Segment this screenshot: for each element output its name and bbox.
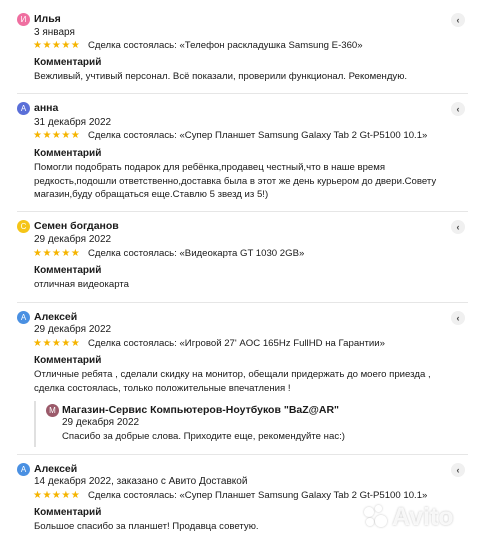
reviewer-name[interactable]: Семен богданов	[34, 220, 119, 232]
divider	[17, 302, 468, 303]
avatar[interactable]: С	[17, 220, 30, 233]
reviewer-name[interactable]: Илья	[34, 13, 61, 25]
rating-stars: ★★★★★	[33, 248, 81, 259]
avito-logo-icon	[364, 505, 388, 529]
rating-stars: ★★★★★	[33, 40, 81, 51]
more-options-icon[interactable]: ‹	[451, 311, 465, 325]
rating-stars: ★★★★★	[33, 490, 81, 501]
avatar[interactable]: А	[17, 463, 30, 476]
reviewer-name[interactable]: анна	[34, 102, 58, 114]
comment-text: отличная видеокарта	[34, 279, 129, 290]
seller-name[interactable]: Магазин-Сервис Компьютеров-Ноутбуков "Ba…	[62, 404, 339, 416]
comment-title: Комментарий	[34, 355, 102, 366]
deal-status: Сделка состоялась: «Телефон раскладушка …	[88, 40, 363, 51]
review-date: 3 января	[34, 27, 75, 38]
comment-title: Комментарий	[34, 148, 102, 159]
comment-text: Отличные ребята , сделали скидку на мони…	[34, 369, 431, 394]
comment-title: Комментарий	[34, 265, 102, 276]
divider	[17, 454, 468, 455]
avatar[interactable]: А	[17, 311, 30, 324]
watermark-text: Avito	[392, 503, 454, 531]
reviewer-name[interactable]: Алексей	[34, 311, 77, 323]
review-date: 14 декабря 2022, заказано с Авито Достав…	[34, 476, 248, 487]
reply-text: Спасибо за добрые слова. Приходите еще, …	[62, 431, 345, 442]
more-options-icon[interactable]: ‹	[451, 463, 465, 477]
avatar[interactable]: И	[17, 13, 30, 26]
rating-stars: ★★★★★	[33, 130, 81, 141]
more-options-icon[interactable]: ‹	[451, 220, 465, 234]
review-date: 31 декабря 2022	[34, 117, 112, 128]
more-options-icon[interactable]: ‹	[451, 102, 465, 116]
comment-title: Комментарий	[34, 507, 102, 518]
avatar[interactable]: А	[17, 102, 30, 115]
review-date: 29 декабря 2022	[34, 324, 112, 335]
reviewer-name[interactable]: Алексей	[34, 463, 77, 475]
deal-status: Сделка состоялась: «Игровой 27' AOC 165H…	[88, 338, 385, 349]
deal-status: Сделка состоялась: «Супер Планшет Samsun…	[88, 130, 428, 141]
rating-stars: ★★★★★	[33, 338, 81, 349]
seller-avatar[interactable]: М	[46, 404, 59, 417]
divider	[17, 93, 468, 94]
avito-watermark: Avito	[364, 497, 481, 537]
comment-text: Помогли подобрать подарок для ребёнка,пр…	[34, 162, 437, 200]
comment-text: Вежливый, учтивый персонал. Всё показали…	[34, 71, 408, 82]
divider	[17, 211, 468, 212]
comment-title: Комментарий	[34, 57, 102, 68]
reply-bar	[34, 401, 36, 447]
more-options-icon[interactable]: ‹	[451, 13, 465, 27]
review-date: 29 декабря 2022	[34, 234, 112, 245]
reply-date: 29 декабря 2022	[62, 417, 140, 428]
deal-status: Сделка состоялась: «Видеокарта GT 1030 2…	[88, 248, 305, 259]
